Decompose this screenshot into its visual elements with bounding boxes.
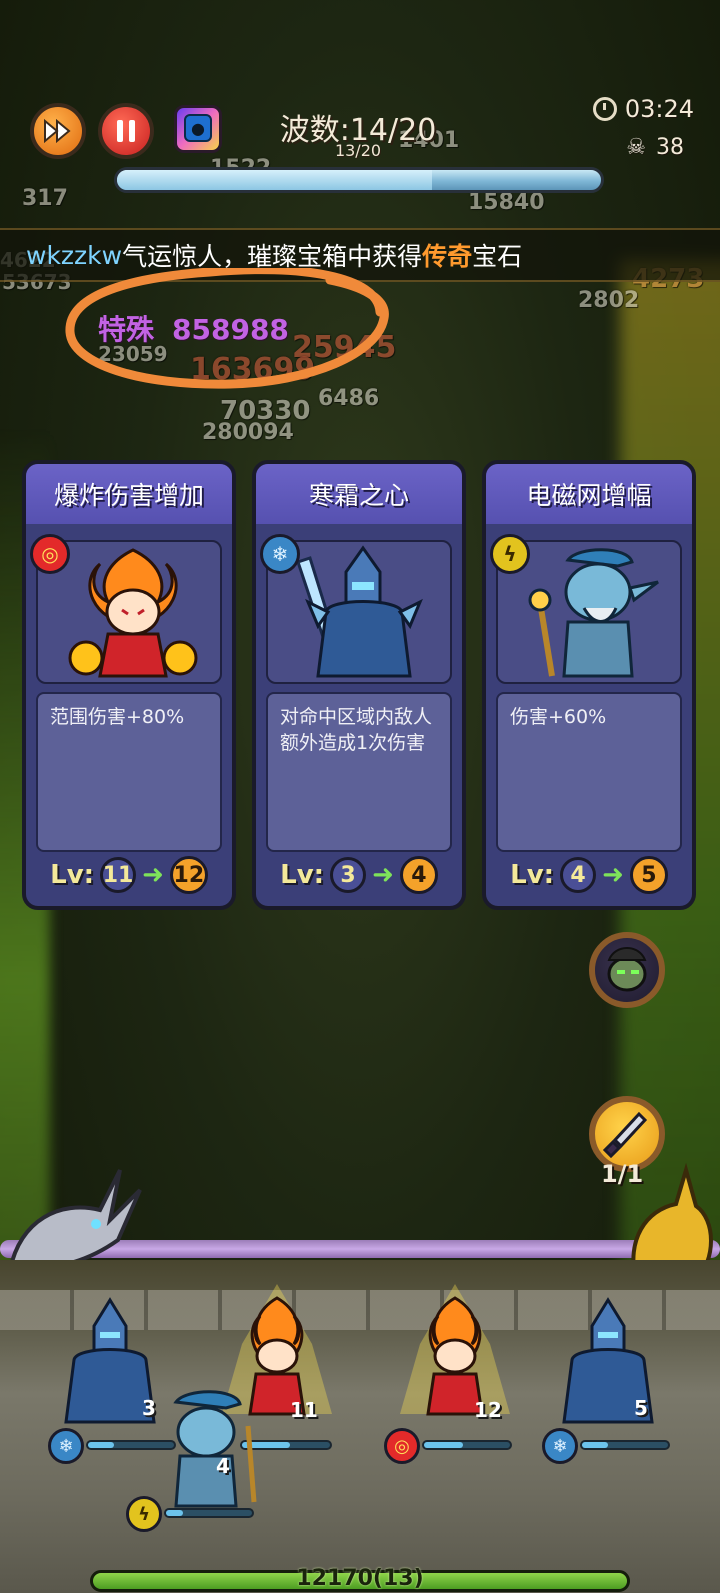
unit-level: 5 bbox=[634, 1396, 648, 1420]
announcement-player: wkzzkw bbox=[26, 240, 123, 270]
ice-crystal-icon: ❄ bbox=[260, 534, 300, 574]
next-level: 5 bbox=[629, 856, 668, 894]
card-description: 伤害+60% bbox=[496, 692, 682, 852]
level-indicator: Lv: 4 ➜ 5 bbox=[486, 856, 692, 894]
skull-icon: ☠ bbox=[626, 135, 646, 160]
fire-ring-icon: ◎ bbox=[30, 534, 70, 574]
fire-ring-icon: ◎ bbox=[384, 1428, 420, 1464]
pause-button[interactable] bbox=[98, 103, 154, 159]
current-level: 11 bbox=[100, 857, 137, 893]
lv-label: Lv: bbox=[510, 860, 555, 890]
top-hud: ● 波数:14/20 13/20 03:24 ☠ 38 bbox=[18, 95, 702, 205]
pause-icon bbox=[117, 120, 135, 142]
clock-icon bbox=[592, 97, 617, 121]
troll-sprite bbox=[173, 1390, 257, 1508]
fast-forward-button[interactable] bbox=[30, 103, 86, 159]
arrow-right-icon: ➜ bbox=[372, 860, 394, 890]
current-level: 3 bbox=[330, 857, 367, 893]
skin-button[interactable]: ● bbox=[168, 105, 228, 157]
card-description: 对命中区域内敌人额外造成1次伤害 bbox=[266, 692, 452, 852]
damage-number: 2802 bbox=[578, 288, 640, 313]
unit-energy-bar bbox=[422, 1440, 512, 1450]
timer-value: 03:24 bbox=[624, 95, 694, 123]
card-description: 范围伤害+80% bbox=[36, 692, 222, 852]
lightning-icon: ϟ bbox=[490, 534, 530, 574]
lv-label: Lv: bbox=[50, 860, 95, 890]
unit-level: 12 bbox=[474, 1398, 502, 1422]
card-title: 爆炸伤害增加 bbox=[26, 464, 232, 524]
card-title: 寒霜之心 bbox=[256, 464, 462, 524]
upgrade-card-frost-heart[interactable]: 寒霜之心 ❄ 对命中区域内敌人额外造成1次伤害 Lv: 3 ➜ 4 bbox=[252, 460, 466, 910]
arrow-right-icon: ➜ bbox=[602, 860, 624, 890]
orange-circle-annotation bbox=[65, 268, 389, 389]
lightning-troll-unit[interactable]: 4 bbox=[136, 1386, 266, 1516]
card-title: 电磁网增幅 bbox=[486, 464, 692, 524]
hero-skill-button[interactable] bbox=[589, 932, 665, 1008]
kill-counter: ☠ 38 bbox=[626, 135, 684, 160]
announcement-item: 宝石 bbox=[472, 242, 523, 271]
unit-energy-bar bbox=[164, 1508, 254, 1518]
ice-knight-unit-right[interactable]: 5 bbox=[548, 1296, 668, 1426]
unit-level: 11 bbox=[290, 1398, 318, 1422]
dark-hero-icon bbox=[607, 947, 647, 992]
dagger-icon bbox=[602, 1111, 648, 1159]
unit-energy-bar bbox=[580, 1440, 670, 1450]
arrow-right-icon: ➜ bbox=[142, 860, 164, 890]
ice-knight-sprite bbox=[562, 1297, 654, 1424]
level-indicator: Lv: 3 ➜ 4 bbox=[256, 856, 462, 894]
timer: 03:24 bbox=[592, 95, 694, 123]
wave-progress-bar bbox=[114, 167, 604, 193]
current-level: 4 bbox=[560, 857, 597, 893]
wave-subcounter: 13/20 bbox=[334, 141, 382, 160]
upgrade-card-em-net[interactable]: 电磁网增幅 ϟ 伤害+60% Lv: 4 ➜ 5 bbox=[482, 460, 696, 910]
next-level: 4 bbox=[399, 856, 438, 894]
base-hp-text: 12170(13) bbox=[296, 1566, 424, 1591]
ice-crystal-icon: ❄ bbox=[48, 1428, 84, 1464]
ice-crystal-icon: ❄ bbox=[542, 1428, 578, 1464]
fire-mage-unit-right[interactable]: 12 bbox=[390, 1284, 520, 1424]
level-indicator: Lv: 11 ➜ 12 bbox=[26, 856, 232, 894]
fast-forward-icon bbox=[44, 119, 71, 143]
damage-number: 280094 bbox=[202, 420, 294, 445]
unit-level: 4 bbox=[216, 1454, 230, 1478]
mask-icon: ● bbox=[184, 114, 212, 142]
upgrade-card-explosion[interactable]: 爆炸伤害增加 ◎ 范围伤害+80% Lv: 11 ➜ 12 bbox=[22, 460, 236, 910]
lv-label: Lv: bbox=[280, 860, 325, 890]
next-level: 12 bbox=[169, 856, 208, 894]
wave-progress-fill bbox=[117, 170, 432, 190]
announcement-rarity: 传奇 bbox=[422, 242, 473, 271]
lightning-icon: ϟ bbox=[126, 1496, 162, 1532]
kill-count: 38 bbox=[656, 135, 684, 160]
